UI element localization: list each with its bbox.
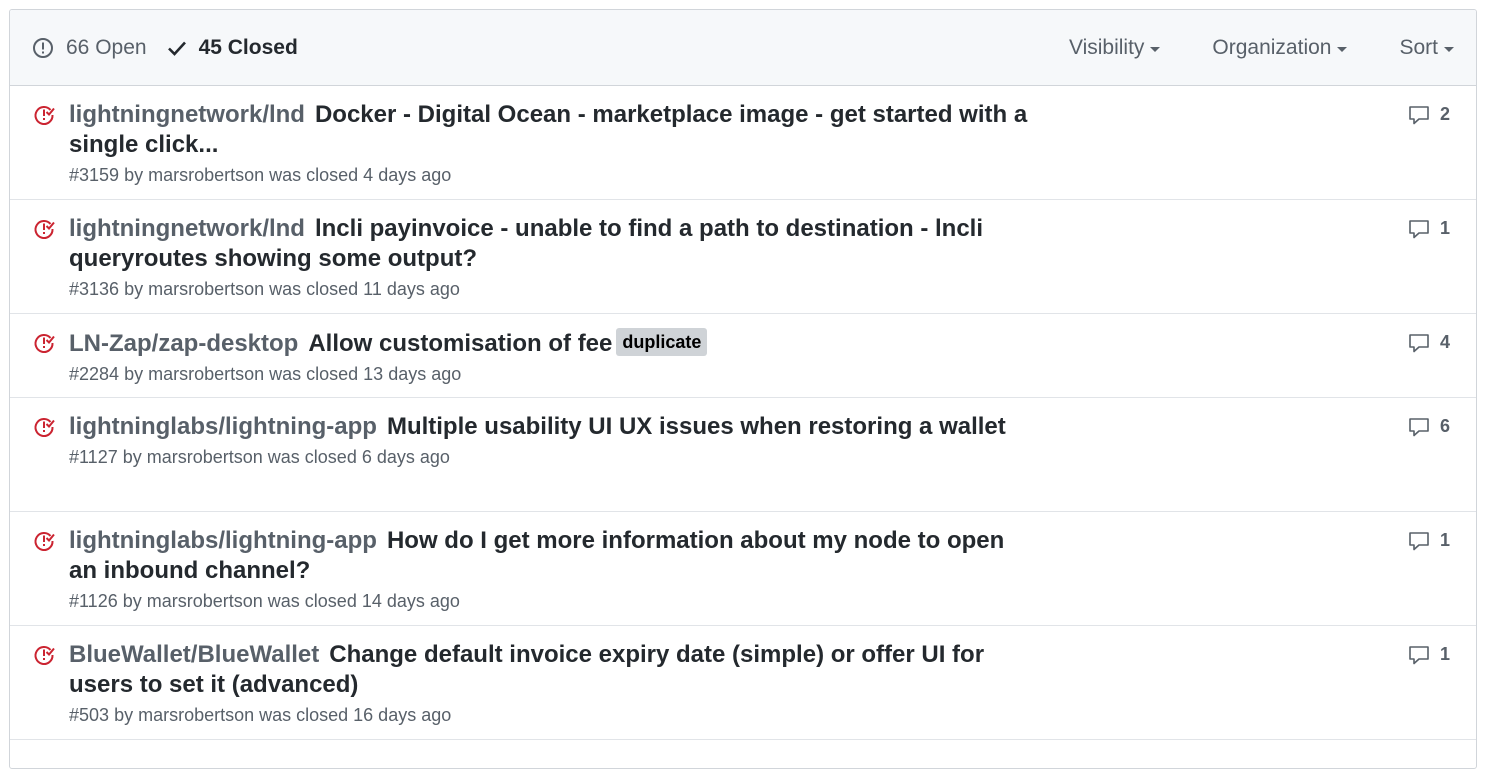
issue-row: lightninglabs/lightning-app How do I get …	[10, 512, 1476, 626]
comment-icon	[1409, 417, 1429, 436]
open-issues-label: 66 Open	[66, 35, 147, 59]
chevron-down-icon	[1150, 46, 1161, 52]
chevron-down-icon	[1337, 46, 1348, 52]
comment-icon	[1409, 333, 1429, 352]
issue-meta: by marsrobertson was closed 16 days ago	[114, 705, 452, 725]
comments-link[interactable]: 1	[1408, 644, 1450, 665]
comment-icon	[1409, 645, 1429, 664]
sort-filter[interactable]: Sort	[1399, 36, 1454, 60]
closed-issues-label: 45 Closed	[198, 35, 298, 59]
comments-link[interactable]: 2	[1408, 104, 1450, 125]
issue-repo-link[interactable]: lightninglabs/lightning-app	[69, 413, 377, 440]
state-toggle: 66 Open 45 Closed	[32, 36, 318, 60]
comment-count: 1	[1439, 530, 1450, 550]
comment-count: 6	[1439, 416, 1450, 436]
comment-icon	[1409, 219, 1429, 238]
issue-meta: by marsrobertson was closed 6 days ago	[122, 447, 450, 467]
comment-count: 2	[1439, 104, 1450, 124]
comment-icon	[1409, 531, 1429, 550]
organization-filter[interactable]: Organization	[1212, 35, 1348, 60]
issue-meta: by marsrobertson was closed 11 days ago	[124, 279, 460, 299]
issue-title-link[interactable]: Allow customisation of fee	[308, 330, 612, 357]
closed-issues-link[interactable]: 45 Closed	[167, 36, 298, 60]
issue-closed-icon	[34, 220, 55, 239]
filter-bar: Visibility Organization Sort	[1017, 36, 1454, 60]
visibility-filter[interactable]: Visibility	[1068, 35, 1161, 60]
sort-filter-label: Sort	[1399, 35, 1438, 59]
issue-number: #1127	[69, 447, 118, 467]
check-icon	[167, 41, 186, 56]
open-issues-link[interactable]: 66 Open	[32, 36, 147, 60]
issue-repo-link[interactable]: lightningnetwork/lnd	[69, 101, 305, 128]
issue-meta: by marsrobertson was closed 4 days ago	[124, 165, 452, 185]
visibility-filter-label: Visibility	[1068, 35, 1145, 59]
issues-list-box: 66 Open 45 Closed Visibility Organizatio…	[9, 9, 1477, 769]
organization-filter-label: Organization	[1212, 35, 1332, 59]
issue-repo-link[interactable]: lightninglabs/lightning-app	[69, 527, 377, 554]
issue-meta: by marsrobertson was closed 13 days ago	[124, 364, 462, 384]
comments-link[interactable]: 1	[1408, 530, 1450, 551]
issue-repo-link[interactable]: LN-Zap/zap-desktop	[69, 330, 298, 357]
issue-row: LN-Zap/zap-desktop Allow customisation of…	[10, 314, 1476, 398]
issue-number: #503	[69, 705, 110, 725]
comments-link[interactable]: 4	[1408, 332, 1450, 353]
issue-repo-link[interactable]: lightningnetwork/lnd	[69, 215, 305, 242]
comments-link[interactable]: 6	[1408, 416, 1450, 437]
comments-link[interactable]: 1	[1408, 218, 1450, 239]
comment-count: 4	[1439, 332, 1450, 352]
issue-row: lightningnetwork/lnd Docker - Digital Oce…	[10, 86, 1476, 200]
issue-repo-link[interactable]: BlueWallet/BlueWallet	[69, 641, 319, 668]
comment-count: 1	[1439, 218, 1450, 238]
comment-count: 1	[1439, 644, 1450, 664]
issue-label-duplicate[interactable]: duplicate	[616, 328, 708, 356]
issue-closed-icon	[34, 646, 55, 665]
issue-number: #2284	[69, 364, 120, 384]
issue-closed-icon	[34, 532, 55, 551]
issue-closed-icon	[34, 334, 55, 353]
issue-closed-icon	[34, 418, 55, 437]
chevron-down-icon	[1444, 46, 1454, 52]
issue-number: #3159	[69, 165, 120, 185]
issue-meta: by marsrobertson was closed 14 days ago	[122, 591, 460, 611]
issue-row: BlueWallet/BlueWallet Change default invo…	[10, 626, 1476, 740]
issue-number: #1126	[69, 591, 118, 611]
comment-icon	[1409, 105, 1429, 124]
issue-row: lightningnetwork/lnd lncli payinvoice - u…	[10, 200, 1476, 314]
issue-closed-icon	[34, 106, 55, 125]
issue-number: #3136	[69, 279, 120, 299]
issue-list: lightningnetwork/lnd Docker - Digital Oce…	[10, 86, 1476, 740]
issue-opened-icon	[33, 37, 53, 58]
issue-title-link[interactable]: Multiple usability UI UX issues when res…	[387, 413, 1006, 440]
issues-list-header: 66 Open 45 Closed Visibility Organizatio…	[10, 10, 1476, 86]
issue-row: lightninglabs/lightning-app Multiple usab…	[10, 398, 1476, 512]
